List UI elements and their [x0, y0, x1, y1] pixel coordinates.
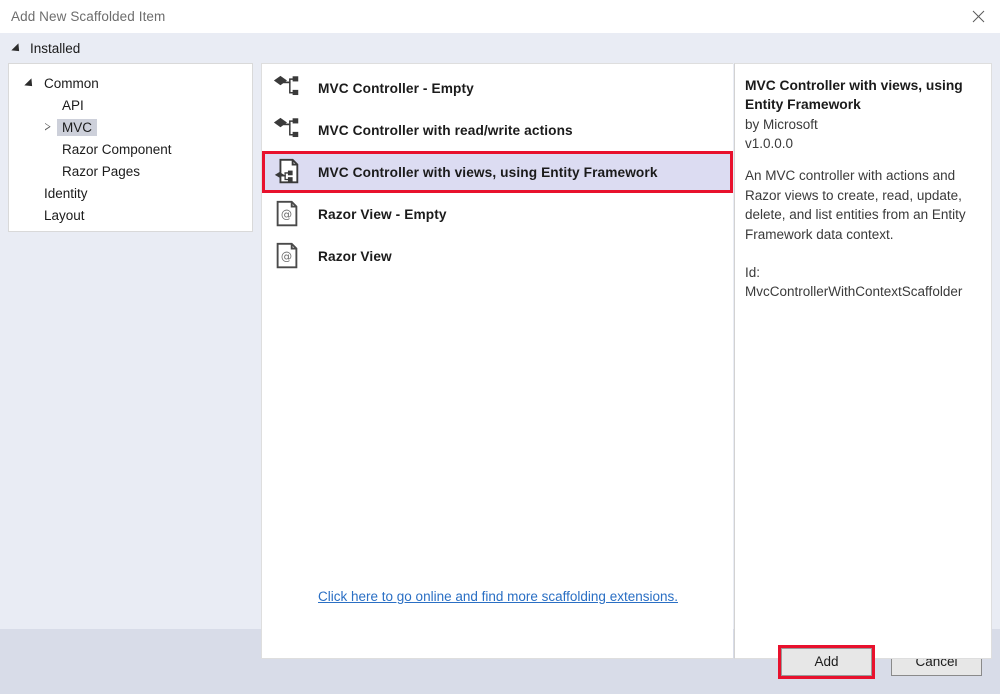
list-item[interactable]: @ Razor View [262, 235, 733, 277]
details-title: MVC Controller with views, using Entity … [745, 78, 963, 112]
mvc-controller-icon [270, 113, 304, 147]
list-item-label: Razor View - Empty [318, 206, 447, 222]
list-item[interactable]: MVC Controller with views, using Entity … [262, 151, 733, 193]
close-button[interactable] [956, 0, 1000, 33]
mvc-controller-icon [270, 71, 304, 105]
installed-label: Installed [30, 40, 81, 56]
list-item-label: MVC Controller - Empty [318, 80, 474, 96]
details-author: by Microsoft [745, 117, 818, 132]
details-version: v1.0.0.0 [745, 136, 794, 151]
mvc-controller-with-views-icon [270, 155, 304, 189]
list-item[interactable]: MVC Controller - Empty [262, 67, 733, 109]
tree-item-mvc[interactable]: MVC [9, 116, 252, 138]
add-button-annotation: Add [778, 644, 875, 679]
template-details-panel: MVC Controller with views, using Entity … [734, 63, 992, 659]
add-button[interactable]: Add [781, 647, 872, 676]
list-item-label: MVC Controller with views, using Entity … [318, 164, 658, 180]
scaffold-template-list: MVC Controller - Empty MVC Controller wi… [261, 63, 733, 659]
tree-item-label: Identity [44, 185, 88, 201]
title-bar: Add New Scaffolded Item [0, 0, 1000, 33]
tree-item-label: API [62, 97, 84, 113]
installed-section-header[interactable]: Installed [0, 33, 1000, 63]
tree-item-api[interactable]: API [9, 94, 252, 116]
triangle-right-icon [39, 123, 57, 131]
razor-view-icon: @ [270, 239, 304, 273]
tree-item-razor-component[interactable]: Razor Component [9, 138, 252, 160]
list-item-label: Razor View [318, 248, 392, 264]
tree-item-common[interactable]: Common [9, 72, 252, 94]
category-tree-panel: Common API MVC Razor Component Razor Pag… [8, 63, 253, 232]
svg-text:@: @ [281, 208, 292, 221]
list-item-label: MVC Controller with read/write actions [318, 122, 573, 138]
triangle-down-icon [21, 78, 39, 90]
add-new-scaffolded-item-dialog: Add New Scaffolded Item Installed Common… [0, 0, 1000, 694]
details-description: An MVC controller with actions and Razor… [745, 168, 966, 242]
tree-item-layout[interactable]: Layout [9, 204, 252, 226]
dialog-title: Add New Scaffolded Item [11, 9, 166, 24]
details-id: Id: MvcControllerWithContextScaffolder [745, 265, 963, 299]
tree-item-label: Razor Pages [62, 163, 141, 179]
razor-view-icon: @ [270, 197, 304, 231]
tree-item-razor-pages[interactable]: Razor Pages [9, 160, 252, 182]
tree-item-label: Razor Component [62, 141, 172, 157]
close-icon [972, 10, 984, 23]
triangle-down-icon [11, 43, 23, 55]
svg-text:@: @ [281, 250, 292, 263]
tree-item-label: Layout [44, 207, 85, 223]
dialog-body: Common API MVC Razor Component Razor Pag… [0, 63, 1000, 659]
scaffolding-extensions-link[interactable]: Click here to go online and find more sc… [318, 589, 678, 604]
list-item[interactable]: @ Razor View - Empty [262, 193, 733, 235]
tree-item-label: MVC [57, 118, 97, 136]
list-item[interactable]: MVC Controller with read/write actions [262, 109, 733, 151]
tree-item-label: Common [44, 75, 99, 91]
tree-item-identity[interactable]: Identity [9, 182, 252, 204]
extensions-link-container: Click here to go online and find more sc… [262, 588, 733, 606]
